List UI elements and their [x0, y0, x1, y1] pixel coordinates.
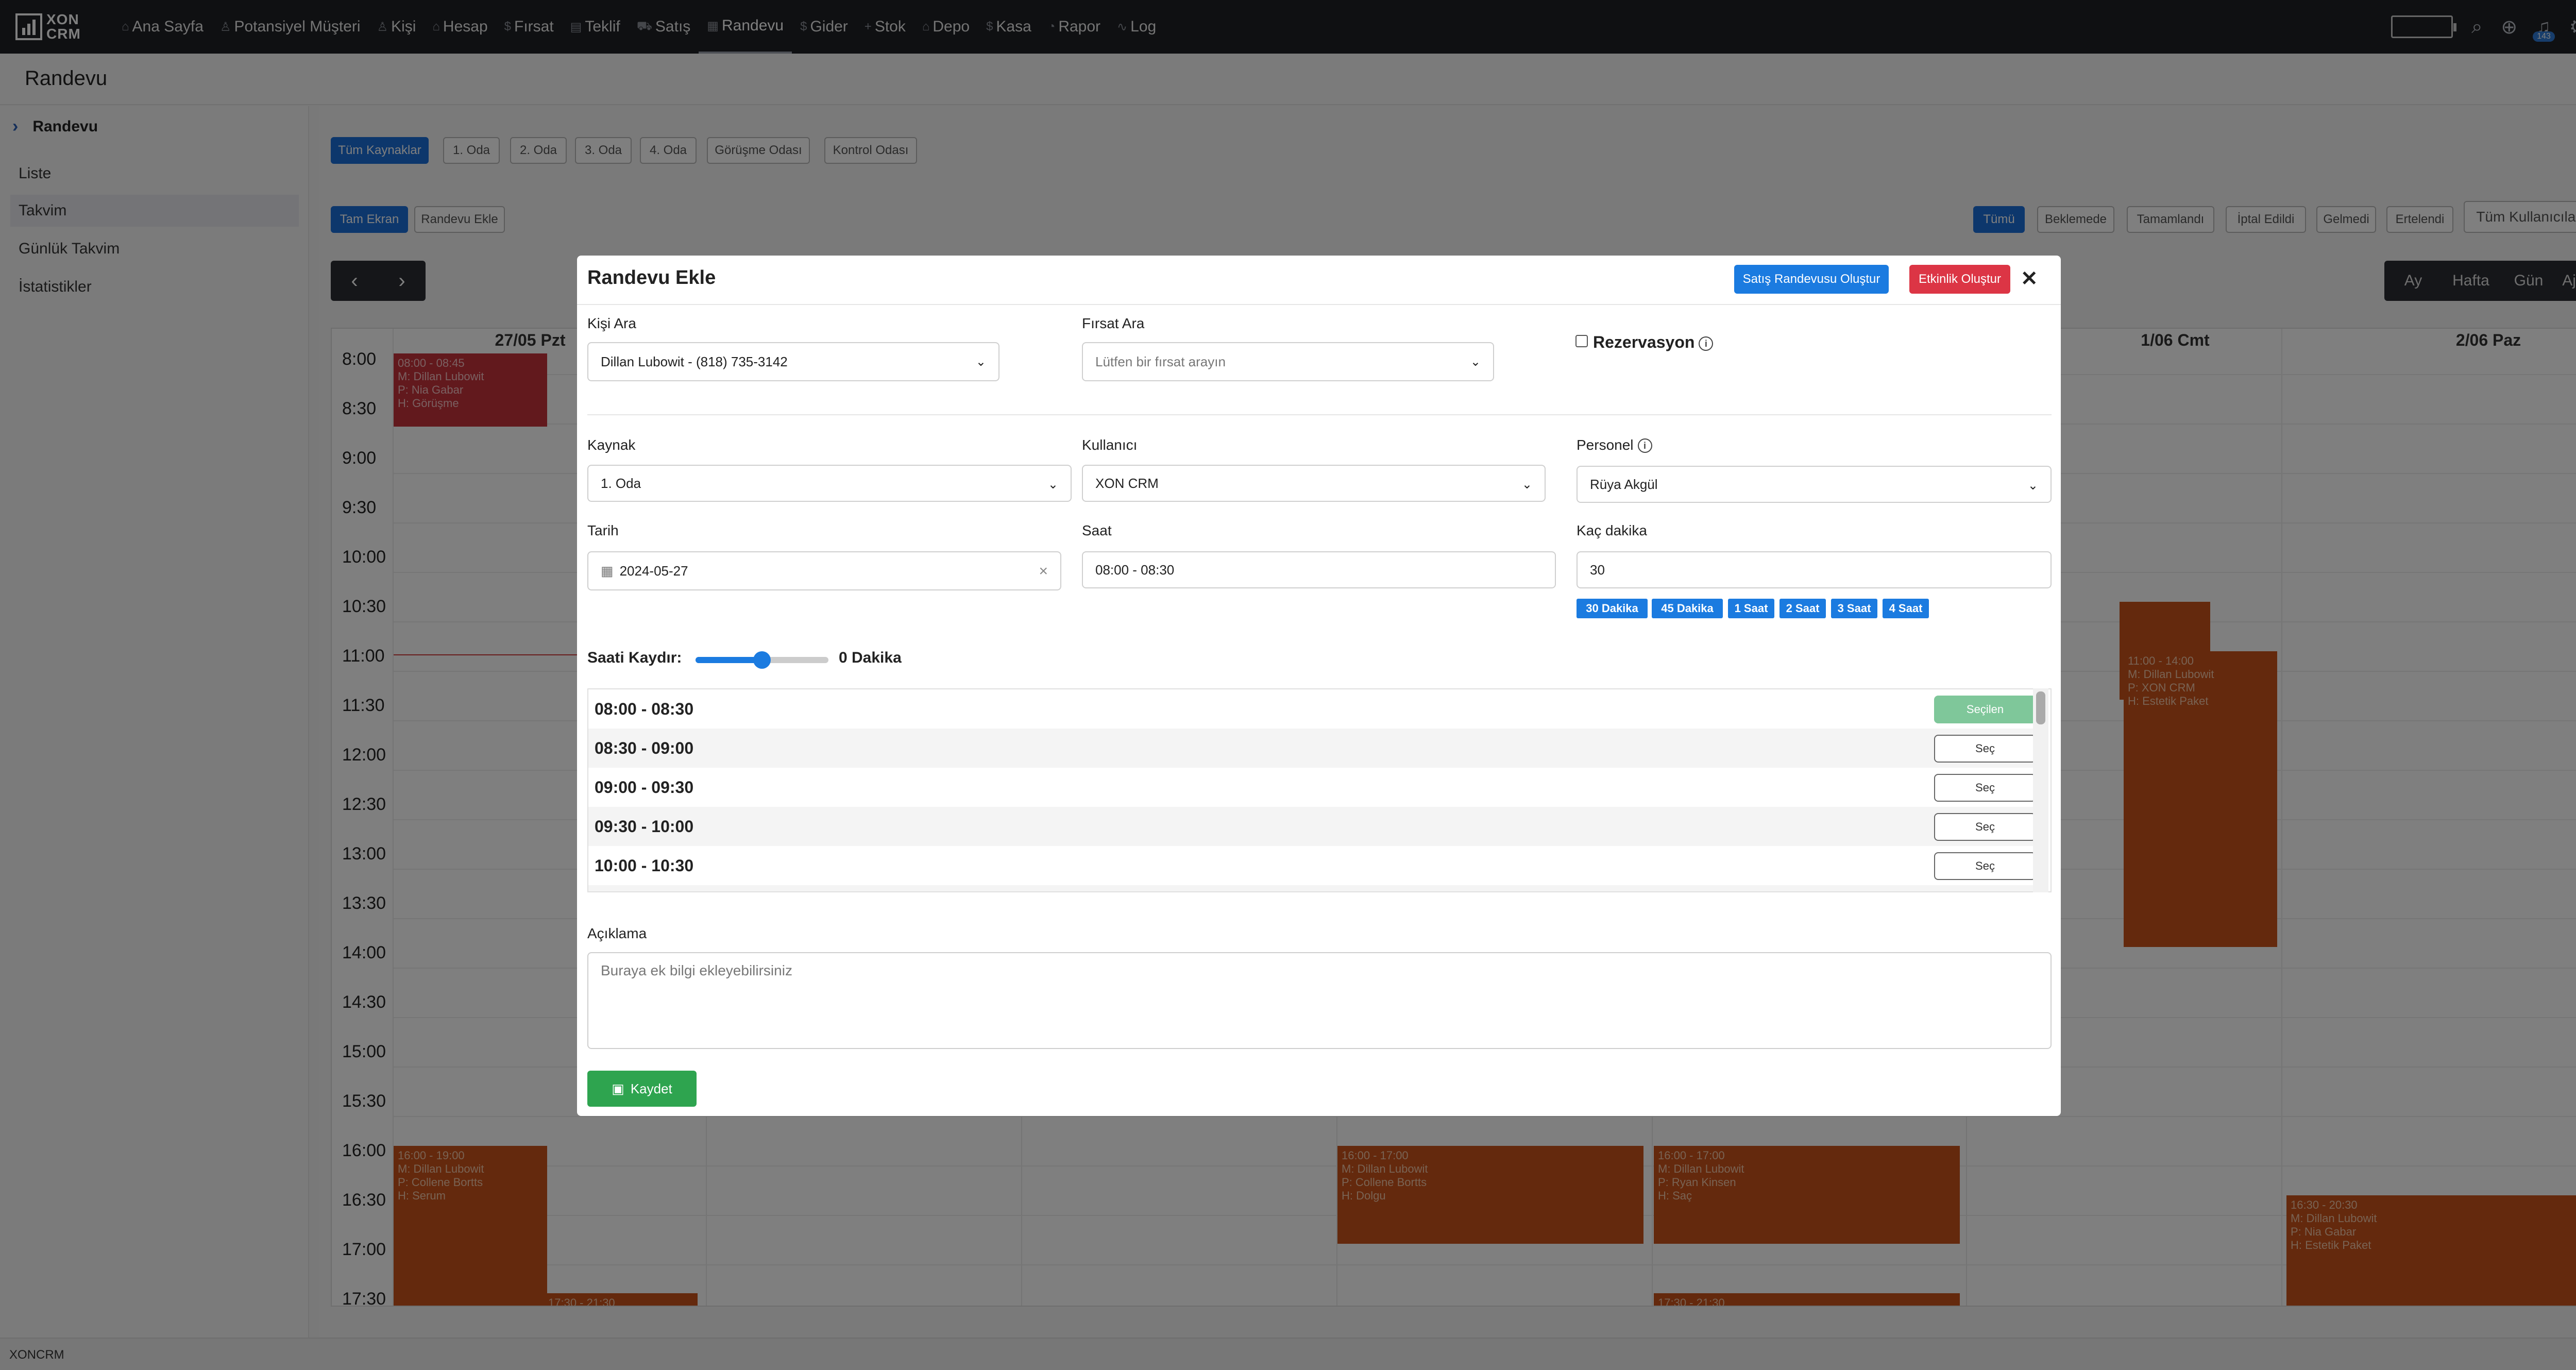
time-slot-list: 08:00 - 08:30 Seçilen 08:30 - 09:00 Seç …: [587, 688, 2052, 892]
duration-chip-30m[interactable]: 30 Dakika: [1577, 599, 1648, 618]
opportunity-search-select[interactable]: Lütfen bir fırsat arayın ⌄: [1082, 342, 1494, 381]
time-slot-label: 08:00 - 08:30: [595, 700, 694, 718]
time-slot-select-button[interactable]: Seç: [1934, 852, 2036, 880]
time-slot-row: 09:30 - 10:00 Seç: [588, 807, 2036, 846]
time-slot-row: 10:00 - 10:30 Seç: [588, 846, 2036, 885]
save-button[interactable]: ▣ Kaydet: [587, 1071, 697, 1107]
resource-label: Kaynak: [587, 437, 636, 453]
time-slot-selected-button[interactable]: Seçilen: [1934, 696, 2036, 723]
reservation-checkbox[interactable]: [1575, 335, 1588, 347]
close-icon[interactable]: ✕: [2021, 267, 2038, 291]
time-slot-row-partial: [588, 885, 2035, 891]
time-slot-select-button[interactable]: Seç: [1934, 735, 2036, 763]
info-icon[interactable]: i: [1699, 336, 1714, 351]
modal-header-divider: [577, 304, 2061, 305]
calendar-icon: ▦: [601, 563, 614, 579]
time-slot-row: 08:30 - 09:00 Seç: [588, 729, 2036, 768]
opportunity-search-label: Fırsat Ara: [1082, 315, 1145, 331]
chevron-down-icon: ⌄: [1521, 478, 1532, 492]
shift-slider-handle[interactable]: [753, 651, 771, 669]
time-slot-label: 08:30 - 09:00: [595, 739, 694, 757]
create-event-button[interactable]: Etkinlik Oluştur: [1909, 265, 2010, 294]
resource-select[interactable]: 1. Oda ⌄: [587, 465, 1072, 502]
section-divider: [587, 414, 2052, 415]
chevron-down-icon: ⌄: [975, 355, 986, 369]
description-textarea[interactable]: Buraya ek bilgi ekleyebilirsiniz: [587, 952, 2052, 1049]
shift-time-value: 0 Dakika: [839, 649, 902, 666]
shift-slider-fill: [696, 657, 761, 663]
chevron-down-icon: ⌄: [1470, 355, 1481, 369]
duration-chip-4h[interactable]: 4 Saat: [1883, 599, 1929, 618]
time-slot-select-button[interactable]: Seç: [1934, 774, 2036, 802]
time-label: Saat: [1082, 522, 1112, 538]
info-icon[interactable]: i: [1637, 438, 1652, 453]
modal-title: Randevu Ekle: [587, 267, 716, 289]
description-label: Açıklama: [587, 925, 647, 941]
date-picker[interactable]: ▦ 2024-05-27 ×: [587, 551, 1061, 590]
user-label: Kullanıcı: [1082, 437, 1138, 453]
duration-chip-3h[interactable]: 3 Saat: [1831, 599, 1877, 618]
person-search-select[interactable]: Dillan Lubowit - (818) 735-3142 ⌄: [587, 342, 999, 381]
staff-select[interactable]: Rüya Akgül ⌄: [1577, 466, 2052, 503]
time-slot-label: 10:00 - 10:30: [595, 856, 694, 875]
duration-chip-45m[interactable]: 45 Dakika: [1652, 599, 1723, 618]
time-slot-row: 09:00 - 09:30 Seç: [588, 768, 2036, 807]
time-slot-scrollbar-thumb[interactable]: [2036, 691, 2045, 724]
minutes-input[interactable]: 30: [1577, 551, 2052, 588]
shift-time-label: Saati Kaydır:: [587, 649, 682, 666]
save-icon: ▣: [612, 1080, 624, 1096]
add-appointment-modal: Randevu Ekle Satış Randevusu Oluştur Etk…: [577, 256, 2061, 1116]
chevron-down-icon: ⌄: [1047, 478, 1058, 492]
create-sales-appointment-button[interactable]: Satış Randevusu Oluştur: [1734, 265, 1889, 294]
duration-chip-1h[interactable]: 1 Saat: [1728, 599, 1774, 618]
time-slot-row: 08:00 - 08:30 Seçilen: [588, 689, 2036, 729]
person-search-label: Kişi Ara: [587, 315, 636, 331]
time-input[interactable]: 08:00 - 08:30: [1082, 551, 1556, 588]
duration-chip-2h[interactable]: 2 Saat: [1780, 599, 1826, 618]
staff-label: Personel i: [1577, 437, 1652, 453]
chevron-down-icon: ⌄: [2027, 479, 2038, 493]
date-label: Tarih: [587, 522, 619, 538]
time-slot-label: 09:30 - 10:00: [595, 817, 694, 836]
minutes-label: Kaç dakika: [1577, 522, 1647, 538]
clear-icon[interactable]: ×: [1039, 563, 1048, 580]
user-select[interactable]: XON CRM ⌄: [1082, 465, 1546, 502]
reservation-label: Rezervasyon i: [1593, 333, 1714, 352]
time-slot-select-button[interactable]: Seç: [1934, 813, 2036, 841]
time-slot-label: 09:00 - 09:30: [595, 778, 694, 797]
